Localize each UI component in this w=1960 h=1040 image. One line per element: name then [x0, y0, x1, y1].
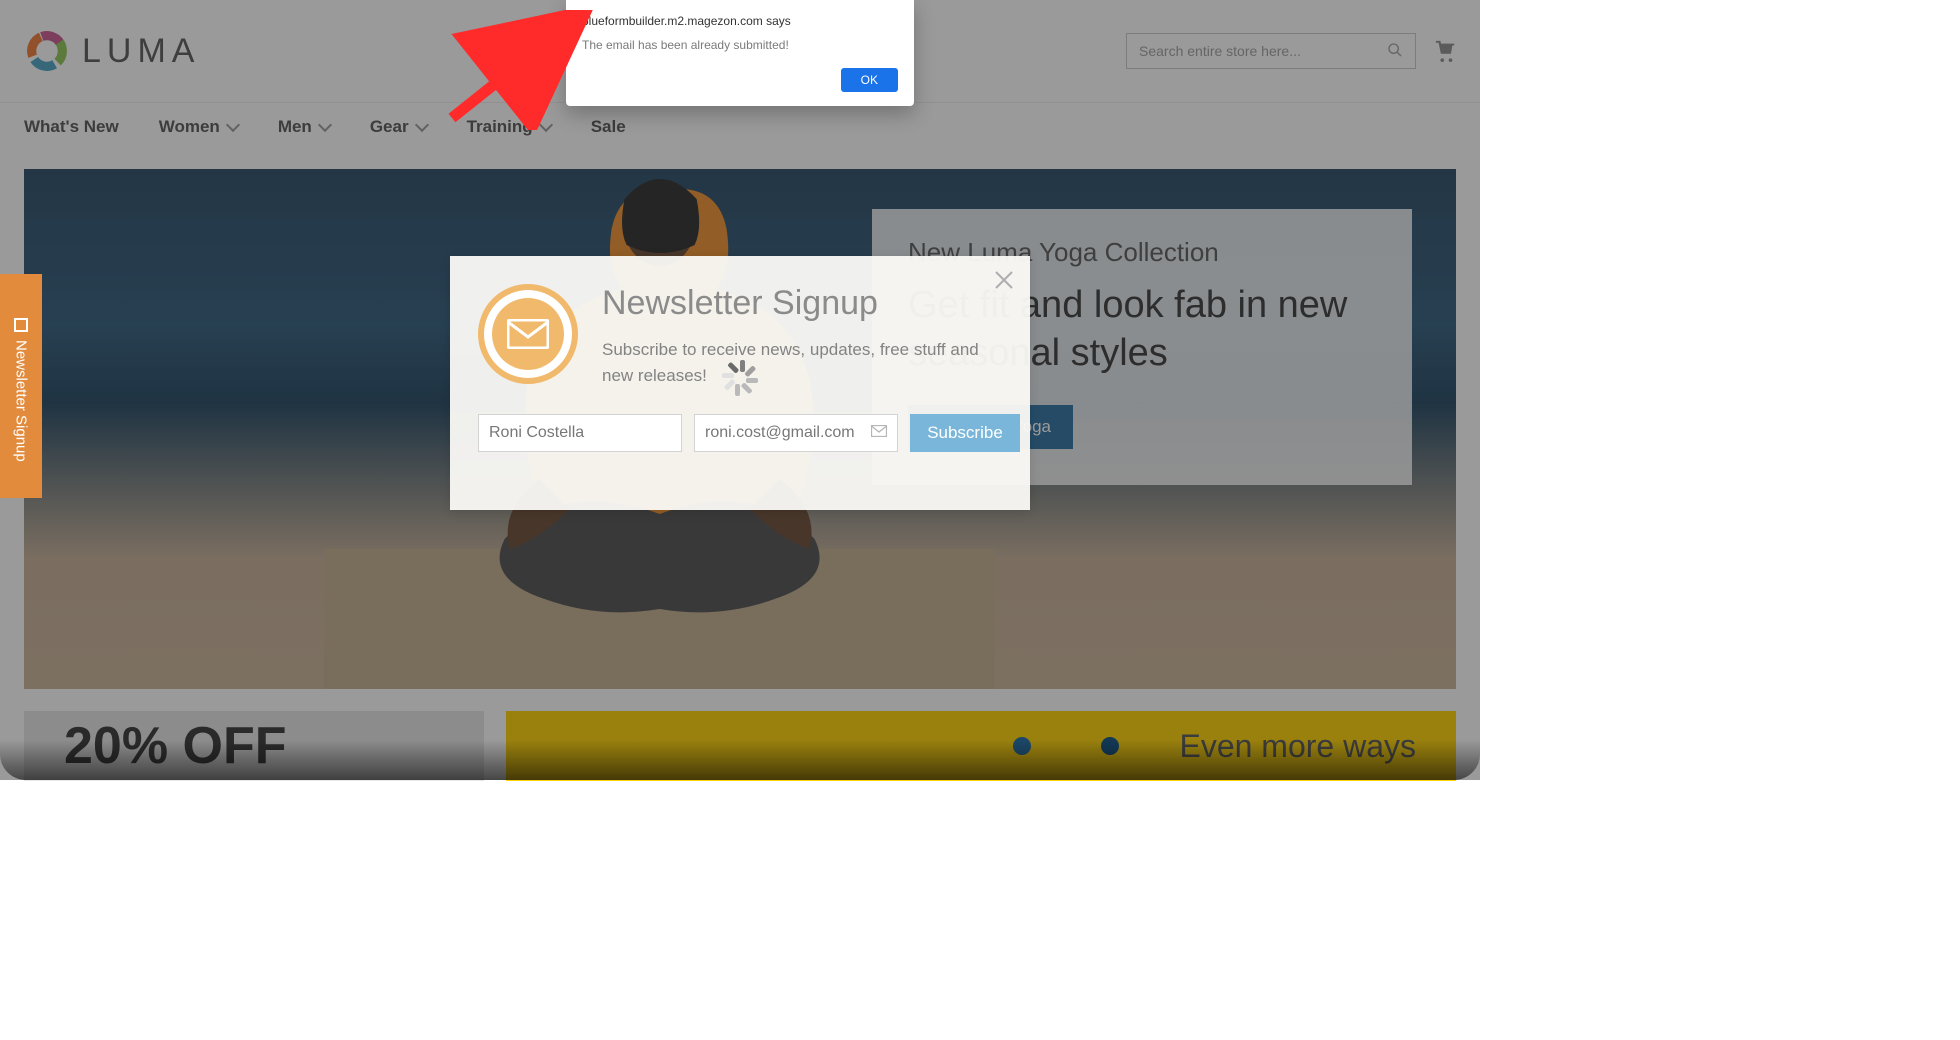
close-icon[interactable]: [994, 270, 1014, 290]
email-field[interactable]: roni.cost@gmail.com: [694, 414, 898, 452]
subscribe-button[interactable]: Subscribe: [910, 414, 1020, 452]
newsletter-modal: Newsletter Signup Subscribe to receive n…: [450, 256, 1030, 510]
alert-domain-text: blueformbuilder.m2.magezon.com says: [582, 14, 898, 28]
browser-alert: blueformbuilder.m2.magezon.com says The …: [566, 0, 914, 106]
loading-spinner-icon: [716, 354, 764, 402]
alert-message: The email has been already submitted!: [582, 38, 898, 52]
alert-ok-button[interactable]: OK: [841, 68, 898, 92]
mail-badge-icon: [478, 284, 578, 384]
newsletter-form: Roni Costella roni.cost@gmail.com Subscr…: [478, 414, 1002, 452]
name-field[interactable]: Roni Costella: [478, 414, 682, 452]
checkbox-icon: [14, 318, 28, 332]
newsletter-subheading: Subscribe to receive news, updates, free…: [602, 337, 1002, 388]
screenshot-bottom-shadow: [0, 740, 1480, 780]
newsletter-side-tab[interactable]: Newsletter Signup: [0, 274, 42, 498]
newsletter-heading: Newsletter Signup: [602, 284, 1002, 323]
envelope-icon: [871, 424, 887, 442]
